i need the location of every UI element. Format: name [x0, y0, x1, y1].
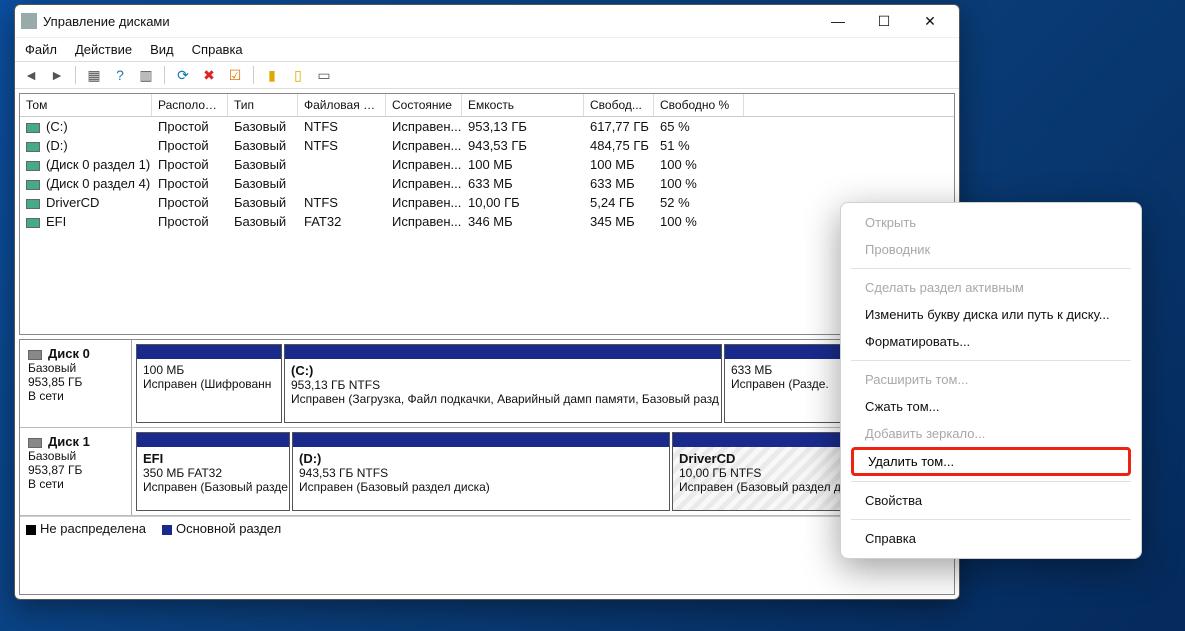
- cm-open[interactable]: Открыть: [841, 209, 1141, 236]
- action3-icon[interactable]: ▭: [314, 65, 334, 85]
- grid-icon[interactable]: ▦: [84, 65, 104, 85]
- back-icon[interactable]: ◄: [21, 65, 41, 85]
- table-row[interactable]: (C:)ПростойБазовыйNTFSИсправен...953,13 …: [20, 117, 954, 136]
- volume-table-body: (C:)ПростойБазовыйNTFSИсправен...953,13 …: [20, 117, 954, 231]
- action1-icon[interactable]: ▮: [262, 65, 282, 85]
- forward-icon[interactable]: ►: [47, 65, 67, 85]
- close-button[interactable]: ✕: [907, 6, 953, 36]
- volume-table-header[interactable]: Том Располож... Тип Файловая с... Состоя…: [20, 94, 954, 117]
- disk-label[interactable]: Диск 0Базовый953,85 ГБВ сети: [20, 340, 132, 427]
- maximize-button[interactable]: ☐: [861, 6, 907, 36]
- menu-file[interactable]: Файл: [25, 42, 57, 57]
- action2-icon[interactable]: ▯: [288, 65, 308, 85]
- table-row[interactable]: (D:)ПростойБазовыйNTFSИсправен...943,53 …: [20, 136, 954, 155]
- cm-delete[interactable]: Удалить том...: [851, 447, 1131, 476]
- col-status[interactable]: Состояние: [386, 94, 462, 116]
- cm-mirror[interactable]: Добавить зеркало...: [841, 420, 1141, 447]
- col-layout[interactable]: Располож...: [152, 94, 228, 116]
- volume-table[interactable]: Том Располож... Тип Файловая с... Состоя…: [19, 93, 955, 335]
- disk-block: Диск 1Базовый953,87 ГБВ сетиEFI350 МБ FA…: [20, 428, 954, 516]
- menu-view[interactable]: Вид: [150, 42, 174, 57]
- props-icon[interactable]: ▥: [136, 65, 156, 85]
- table-row[interactable]: EFIПростойБазовыйFAT32Исправен...346 МБ3…: [20, 212, 954, 231]
- table-row[interactable]: DriverCDПростойБазовыйNTFSИсправен...10,…: [20, 193, 954, 212]
- context-menu: Открыть Проводник Сделать раздел активны…: [840, 202, 1142, 559]
- col-volume[interactable]: Том: [20, 94, 152, 116]
- cm-explorer[interactable]: Проводник: [841, 236, 1141, 263]
- disk-label[interactable]: Диск 1Базовый953,87 ГБВ сети: [20, 428, 132, 515]
- legend-primary: Основной раздел: [176, 521, 281, 536]
- col-capacity[interactable]: Емкость: [462, 94, 584, 116]
- minimize-button[interactable]: —: [815, 6, 861, 36]
- partition[interactable]: 100 МБИсправен (Шифрованн: [136, 344, 282, 423]
- cm-help[interactable]: Справка: [841, 525, 1141, 552]
- check-icon[interactable]: ☑: [225, 65, 245, 85]
- col-type[interactable]: Тип: [228, 94, 298, 116]
- refresh-icon[interactable]: ⟳: [173, 65, 193, 85]
- legend: Не распределена Основной раздел: [20, 516, 954, 540]
- cm-shrink[interactable]: Сжать том...: [841, 393, 1141, 420]
- cm-extend[interactable]: Расширить том...: [841, 366, 1141, 393]
- delete-icon[interactable]: ✖: [199, 65, 219, 85]
- table-row[interactable]: (Диск 0 раздел 1)ПростойБазовыйИсправен.…: [20, 155, 954, 174]
- help-icon[interactable]: ?: [110, 65, 130, 85]
- app-icon: [21, 13, 37, 29]
- partition[interactable]: (D:)943,53 ГБ NTFSИсправен (Базовый разд…: [292, 432, 670, 511]
- legend-unalloc: Не распределена: [40, 521, 146, 536]
- content-area: Том Располож... Тип Файловая с... Состоя…: [15, 89, 959, 599]
- disk-management-window: Управление дисками — ☐ ✕ Файл Действие В…: [14, 4, 960, 600]
- partition[interactable]: EFI350 МБ FAT32Исправен (Базовый разде: [136, 432, 290, 511]
- menubar: Файл Действие Вид Справка: [15, 37, 959, 61]
- cm-letter[interactable]: Изменить букву диска или путь к диску...: [841, 301, 1141, 328]
- col-free[interactable]: Свобод...: [584, 94, 654, 116]
- partition[interactable]: (C:)953,13 ГБ NTFSИсправен (Загрузка, Фа…: [284, 344, 722, 423]
- table-row[interactable]: (Диск 0 раздел 4)ПростойБазовыйИсправен.…: [20, 174, 954, 193]
- menu-action[interactable]: Действие: [75, 42, 132, 57]
- col-freepct[interactable]: Свободно %: [654, 94, 744, 116]
- cm-props[interactable]: Свойства: [841, 487, 1141, 514]
- disk-map: Диск 0Базовый953,85 ГБВ сети100 МБИсправ…: [19, 339, 955, 595]
- cm-active[interactable]: Сделать раздел активным: [841, 274, 1141, 301]
- col-fs[interactable]: Файловая с...: [298, 94, 386, 116]
- disk-block: Диск 0Базовый953,85 ГБВ сети100 МБИсправ…: [20, 340, 954, 428]
- titlebar[interactable]: Управление дисками — ☐ ✕: [15, 5, 959, 37]
- toolbar: ◄ ► ▦ ? ▥ ⟳ ✖ ☑ ▮ ▯ ▭: [15, 61, 959, 89]
- window-title: Управление дисками: [43, 14, 815, 29]
- cm-format[interactable]: Форматировать...: [841, 328, 1141, 355]
- menu-help[interactable]: Справка: [192, 42, 243, 57]
